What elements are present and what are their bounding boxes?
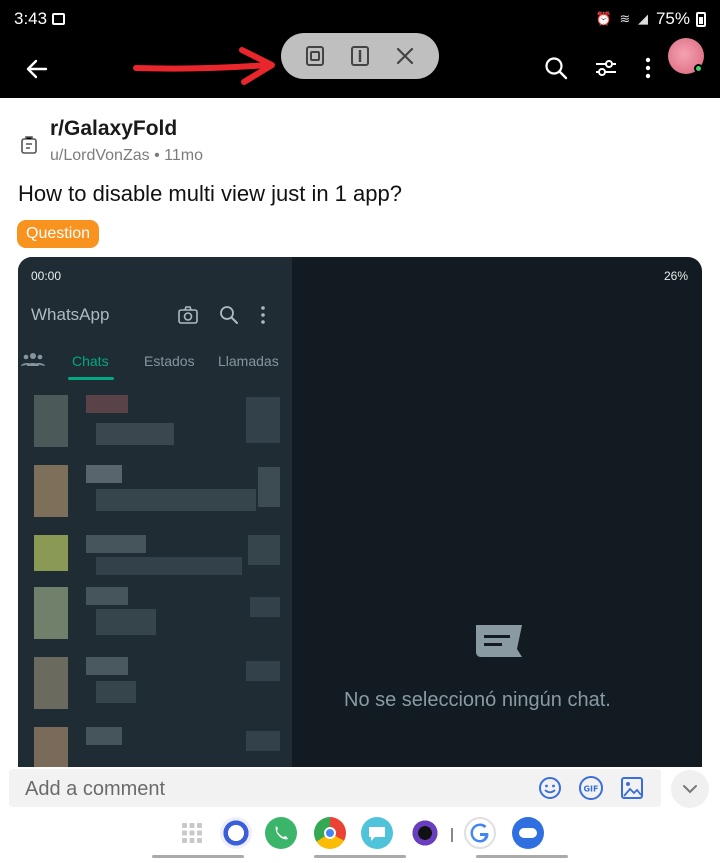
app-grid-icon[interactable] (176, 817, 208, 849)
status-time: 3:43 (14, 9, 48, 28)
image-upload-icon[interactable] (619, 775, 645, 801)
empty-chat-text: No se seleccionó ningún chat. (344, 689, 611, 711)
pixelated-name (86, 395, 128, 413)
pixelated-avatar (34, 727, 68, 767)
author-link[interactable]: u/LordVonZas (50, 147, 150, 164)
gallery-notification-icon (52, 13, 65, 25)
comment-input[interactable]: Add a comment (25, 778, 165, 801)
embedded-battery: 26% (663, 269, 688, 283)
phone-app-icon[interactable] (265, 817, 297, 849)
active-tab-indicator (68, 377, 114, 380)
meta-separator: • (154, 147, 165, 164)
chrome-center (324, 827, 336, 839)
online-status-dot (694, 64, 703, 73)
empty-chat-icon (476, 625, 522, 657)
pixelated-name (86, 587, 128, 605)
messages-app-icon[interactable] (361, 817, 393, 849)
filter-button[interactable] (590, 52, 622, 84)
back-arrow-icon (26, 59, 48, 79)
search-icon (545, 57, 568, 80)
pixelated-name (86, 535, 146, 553)
pixelated-avatar (34, 395, 68, 447)
post-title: How to disable multi view just in 1 app? (18, 181, 402, 206)
communities-icon (21, 353, 45, 366)
tab-chats: Chats (72, 353, 109, 369)
flair-badge[interactable]: Question (17, 220, 100, 248)
split-view-button[interactable] (343, 39, 377, 73)
camera-app-icon[interactable] (409, 817, 441, 849)
signal-icons: ⏰ ≋ ◢ (595, 11, 650, 26)
pixelated-avatar (34, 465, 68, 517)
post-image[interactable]: WhatsApp Chats Estados Llamadas 00:00 26… (18, 257, 702, 767)
gif-label: GIF (583, 785, 598, 794)
multi-view-pill (281, 33, 439, 79)
split-view-icon (350, 46, 369, 66)
post-age: 11mo (164, 147, 203, 164)
nav-handle-right (476, 855, 568, 858)
annotation-arrow (133, 47, 275, 85)
emoji-sticker-icon[interactable] (537, 775, 563, 801)
back-button[interactable] (20, 52, 54, 86)
pixelated-avatar (34, 535, 68, 571)
dock-separator (451, 828, 453, 842)
embedded-time: 00:00 (31, 269, 62, 283)
more-options-button[interactable] (632, 52, 664, 84)
status-right: ⏰ ≋ ◢ 75% (596, 9, 706, 29)
collapse-button[interactable] (671, 770, 709, 808)
subreddit-name[interactable]: r/GalaxyFold (50, 117, 177, 141)
pixelated-time (246, 731, 280, 751)
tab-estados: Estados (144, 353, 195, 369)
popup-view-button[interactable] (298, 39, 332, 73)
pixelated-time (246, 397, 280, 443)
app-bar (0, 33, 720, 98)
pixelated-time (248, 535, 280, 565)
close-multi-view-button[interactable] (388, 39, 422, 73)
battery-percent: 75% (655, 9, 690, 28)
pixelated-time (250, 597, 280, 617)
pixelated-avatar (34, 587, 68, 639)
nav-handle-left (152, 855, 244, 858)
bixby-app-icon[interactable] (220, 817, 252, 849)
search-button[interactable] (540, 52, 572, 84)
settings-toggle-app-icon[interactable] (512, 817, 544, 849)
chrome-app-icon[interactable] (314, 817, 346, 849)
message-bubble-icon (369, 827, 385, 841)
pixelated-time (246, 661, 280, 681)
pixelated-time (258, 467, 280, 507)
pixelated-preview (96, 489, 256, 511)
filter-icon (596, 60, 616, 76)
more-icon (261, 306, 265, 324)
google-g-icon (470, 823, 489, 843)
nav-handle-center (314, 855, 406, 858)
taskbar (0, 812, 720, 863)
camera-icon (178, 306, 198, 324)
chevron-down-icon (683, 785, 697, 794)
post-meta: u/LordVonZas • 11mo (50, 147, 203, 165)
gif-icon[interactable]: GIF (578, 775, 604, 801)
pixelated-avatar (34, 657, 68, 709)
toggle-shape (519, 828, 537, 838)
close-icon (396, 47, 413, 65)
more-icon (645, 57, 651, 79)
pixelated-preview (96, 681, 136, 703)
pixelated-name (86, 657, 128, 675)
pixelated-name (86, 465, 122, 483)
popup-view-icon (306, 46, 325, 66)
battery-icon (696, 11, 706, 27)
comment-bar[interactable]: Add a comment GIF (9, 769, 661, 807)
pixelated-preview (96, 423, 174, 445)
pixelated-name (86, 727, 122, 745)
google-app-icon[interactable] (464, 817, 496, 849)
phone-icon (275, 826, 288, 840)
subreddit-icon[interactable] (20, 135, 38, 155)
tab-llamadas: Llamadas (218, 353, 279, 369)
pixelated-preview (96, 609, 156, 635)
pixelated-preview (96, 557, 242, 575)
whatsapp-title: WhatsApp (31, 305, 110, 324)
search-icon (220, 306, 238, 324)
